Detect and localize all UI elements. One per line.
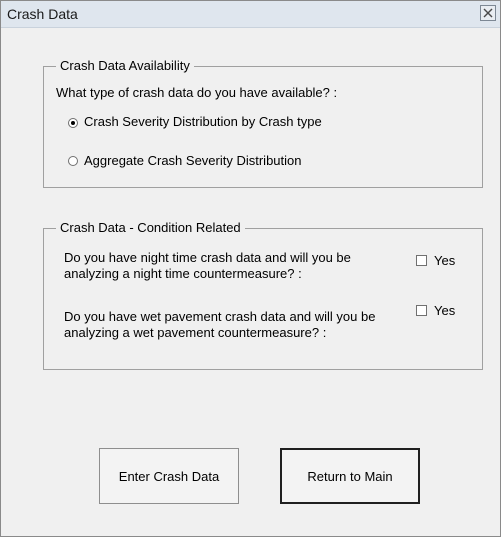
condition-group-label: Crash Data - Condition Related [56, 220, 245, 235]
crash-data-availability-group: Crash Data Availability What type of cra… [43, 58, 483, 188]
radio-aggregate-button[interactable] [68, 156, 78, 166]
night-question-line2: analyzing a night time countermeasure? : [64, 266, 302, 281]
close-icon [483, 8, 493, 18]
dialog-body: Crash Data Availability What type of cra… [11, 28, 491, 536]
wet-checkbox-box[interactable] [416, 305, 427, 316]
availability-group-label: Crash Data Availability [56, 58, 194, 73]
radio-crash-type-label[interactable]: Crash Severity Distribution by Crash typ… [84, 114, 322, 129]
window-title: Crash Data [7, 6, 78, 22]
radio-aggregate-label[interactable]: Aggregate Crash Severity Distribution [84, 153, 302, 168]
close-button[interactable] [480, 5, 496, 21]
wet-question-line1: Do you have wet pavement crash data and … [64, 309, 376, 324]
radio-crash-type-button[interactable] [68, 118, 78, 128]
wet-yes-label[interactable]: Yes [434, 303, 455, 318]
night-yes-label[interactable]: Yes [434, 253, 455, 268]
return-to-main-button[interactable]: Return to Main [280, 448, 420, 504]
radio-selected-dot [71, 121, 75, 125]
night-checkbox-box[interactable] [416, 255, 427, 266]
title-bar: Crash Data [1, 1, 500, 28]
enter-crash-data-button[interactable]: Enter Crash Data [99, 448, 239, 504]
condition-related-group: Crash Data - Condition Related Do you ha… [43, 220, 483, 370]
wet-question-line2: analyzing a wet pavement countermeasure?… [64, 325, 327, 340]
night-question-line1: Do you have night time crash data and wi… [64, 250, 351, 265]
availability-question: What type of crash data do you have avai… [56, 85, 338, 100]
crash-data-dialog: Crash Data Crash Data Availability What … [0, 0, 501, 537]
